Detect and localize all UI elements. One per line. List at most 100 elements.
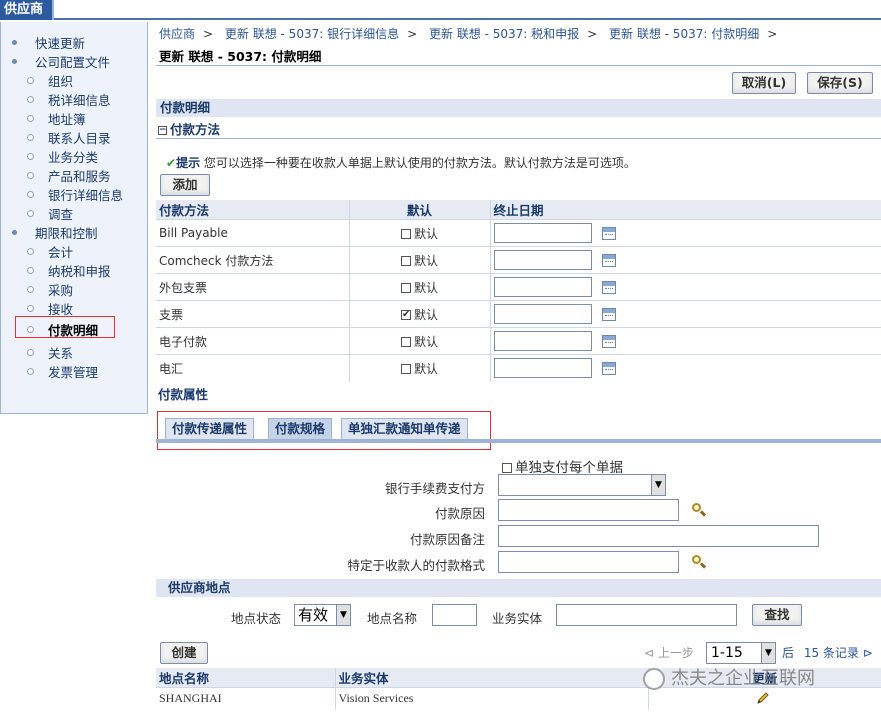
tip-label: 提示 (176, 156, 201, 170)
search-icon[interactable] (691, 554, 707, 570)
default-checkbox[interactable] (400, 256, 411, 266)
ring-icon (27, 115, 34, 122)
method-name: 外包支票 (156, 273, 350, 301)
end-date-input[interactable] (493, 277, 592, 297)
site-name-input[interactable] (432, 604, 477, 626)
default-label: 默认 (413, 253, 438, 268)
page-range-value: 1-15 (711, 645, 743, 661)
table-row: 电汇 默认 (156, 354, 881, 382)
ring-icon (27, 368, 34, 375)
ring-icon (27, 134, 34, 141)
pay-each-doc-checkbox[interactable] (502, 463, 512, 473)
search-icon[interactable] (691, 502, 707, 518)
breadcrumb-link-tax[interactable]: 更新 联想 - 5037: 税和申报 (429, 27, 579, 41)
calendar-icon[interactable] (601, 253, 616, 267)
calendar-icon[interactable] (601, 280, 616, 294)
selection-highlight (15, 316, 115, 338)
payee-format-label: 特定于收款人的付款格式 (347, 558, 485, 573)
tab-delivery-attributes[interactable]: 付款传递属性 (165, 418, 255, 440)
default-checkbox[interactable] (400, 283, 411, 293)
next-link[interactable]: 后 15 条记录 ⊳ (782, 644, 873, 661)
find-button[interactable]: 查找 (752, 604, 802, 626)
method-name: Bill Payable (156, 219, 350, 247)
calendar-icon[interactable] (601, 361, 616, 375)
sidebar-item-accounting[interactable]: 会计 (48, 242, 73, 261)
breadcrumb-link-payment[interactable]: 更新 联想 - 5037: 付款明细 (609, 27, 759, 41)
end-date-input[interactable] (493, 223, 592, 243)
sidebar-item-tax-details[interactable]: 税详细信息 (48, 90, 111, 109)
ring-icon (27, 96, 34, 103)
sidebar-item-terms-control[interactable]: 期限和控制 (35, 223, 98, 242)
ring-icon (27, 210, 34, 217)
sidebar-item-relationship[interactable]: 关系 (48, 343, 73, 362)
breadcrumb-link-bank[interactable]: 更新 联想 - 5037: 银行详细信息 (225, 27, 399, 41)
add-button[interactable]: 添加 (160, 174, 210, 196)
pay-each-doc-field: 单独支付每个单据 (502, 456, 623, 476)
method-name: Comcheck 付款方法 (156, 246, 350, 274)
payment-methods-table: 付款方法 默认 终止日期 Bill Payable 默认 Comcheck 付款… (156, 200, 881, 382)
sidebar-item-address-book[interactable]: 地址簿 (48, 109, 86, 128)
pencil-icon[interactable] (756, 691, 770, 705)
breadcrumb: 供应商 > 更新 联想 - 5037: 银行详细信息 > 更新 联想 - 5037:… (159, 27, 778, 41)
default-checkbox[interactable] (400, 364, 411, 375)
end-date-input[interactable] (493, 331, 592, 351)
sidebar-item-invoice-mgmt[interactable]: 发票管理 (48, 362, 98, 381)
end-date-input[interactable] (493, 250, 592, 270)
ring-icon (27, 349, 34, 356)
sidebar-item-tax-reporting[interactable]: 纳税和申报 (48, 261, 111, 280)
breadcrumb-link-supplier[interactable]: 供应商 (159, 27, 195, 41)
method-name: 电子付款 (156, 327, 350, 355)
sidebar-item-company-profile[interactable]: 公司配置文件 (35, 52, 110, 71)
col-header-default: 默认 (349, 200, 491, 220)
sidebar-item-quick-update[interactable]: 快速更新 (35, 33, 85, 52)
reason-input[interactable] (498, 499, 679, 521)
watermark: 杰夫之企业互联网 (643, 664, 815, 690)
col-header-entity: 业务实体 (335, 668, 649, 688)
cancel-button[interactable]: 取消(L) (732, 72, 796, 94)
sidebar-item-business-class[interactable]: 业务分类 (48, 147, 98, 166)
bank-charge-select[interactable]: ▼ (498, 474, 666, 496)
collapse-icon[interactable]: − (158, 126, 167, 135)
tab-remittance-delivery[interactable]: 单独汇款通知单传递 (341, 418, 468, 440)
sidebar-item-purchasing[interactable]: 采购 (48, 280, 73, 299)
save-button[interactable]: 保存(S) (807, 72, 873, 94)
sidebar-item-organization[interactable]: 组织 (48, 71, 73, 90)
col-header-end-date: 终止日期 (490, 200, 881, 220)
create-button[interactable]: 创建 (160, 642, 208, 664)
end-date-input[interactable] (493, 304, 592, 324)
calendar-icon[interactable] (601, 307, 616, 321)
default-checkbox-checked[interactable]: ✔ (400, 310, 411, 320)
sidebar-item-contacts[interactable]: 联系人目录 (48, 128, 111, 147)
site-status-select[interactable]: 有效 ▼ (294, 604, 351, 626)
default-checkbox[interactable] (400, 337, 411, 347)
next-label: 后 (782, 646, 795, 660)
table-row: 支票 ✔ 默认 (156, 300, 881, 328)
page-range-select[interactable]: 1-15 ▼ (706, 642, 776, 664)
check-icon: ✔ (166, 156, 177, 170)
calendar-icon[interactable] (601, 334, 616, 348)
site-name-label: 地点名称 (367, 611, 418, 626)
method-name: 电汇 (156, 354, 350, 382)
page-title: 更新 联想 - 5037: 付款明细 (159, 49, 322, 64)
main-content: 供应商 > 更新 联想 - 5037: 银行详细信息 > 更新 联想 - 5037:… (156, 22, 881, 716)
sidebar-item-bank-details[interactable]: 银行详细信息 (48, 185, 123, 204)
prev-link[interactable]: ⊲ 上一步 (644, 644, 694, 661)
end-date-input[interactable] (493, 358, 592, 379)
entity-input[interactable] (556, 604, 737, 626)
sidebar-item-products[interactable]: 产品和服务 (48, 166, 111, 185)
default-checkbox[interactable] (400, 229, 411, 239)
prev-label: 上一步 (657, 646, 694, 660)
chevron-down-icon: ▼ (761, 643, 775, 663)
ring-icon (27, 153, 34, 160)
reason-label: 付款原因 (434, 506, 485, 521)
calendar-icon[interactable] (601, 226, 616, 240)
record-count: 15 条记录 (803, 646, 859, 660)
supplier-tab[interactable]: 供应商 (0, 0, 54, 20)
method-name: 支票 (156, 300, 350, 328)
reason-note-input[interactable] (498, 525, 819, 547)
payee-format-input[interactable] (498, 551, 679, 573)
tab-payment-specs[interactable]: 付款规格 (268, 418, 333, 440)
default-label: 默认 (413, 226, 438, 241)
site-status-label: 地点状态 (231, 611, 282, 626)
sidebar-item-survey[interactable]: 调查 (48, 204, 73, 223)
